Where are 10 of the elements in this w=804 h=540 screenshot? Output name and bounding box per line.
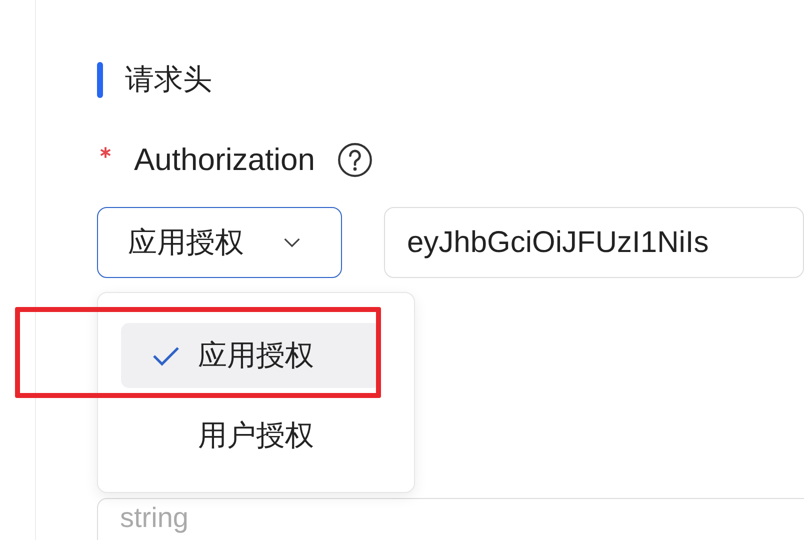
auth-type-select[interactable]: 应用授权: [97, 207, 342, 278]
section-title: 请求头: [125, 61, 212, 98]
section-marker: [97, 62, 103, 98]
token-input[interactable]: eyJhbGciOiJFUzI1NiIs: [384, 207, 804, 278]
input-field[interactable]: string: [97, 498, 804, 540]
menu-option[interactable]: 用户授权: [121, 403, 381, 468]
chevron-down-icon: [283, 237, 301, 248]
check-icon: [151, 344, 181, 366]
help-icon[interactable]: [336, 142, 373, 178]
field-label: Authorization: [134, 142, 315, 178]
